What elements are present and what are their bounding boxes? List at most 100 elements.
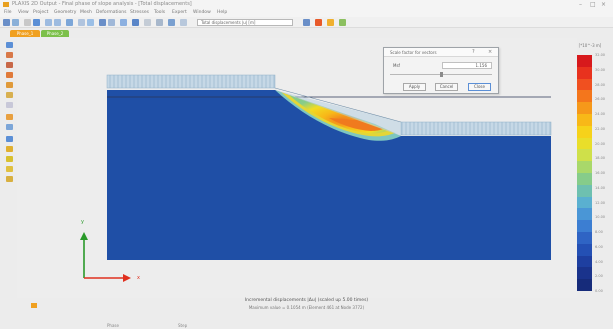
legend-label: 16.00	[595, 171, 606, 175]
tab-phase-2[interactable]: Phase_2	[41, 30, 69, 37]
legend-swatch	[577, 267, 592, 280]
legend-label: 32.00	[595, 53, 606, 57]
settings-icon[interactable]	[168, 19, 175, 26]
point-tool-icon[interactable]	[6, 62, 13, 68]
legend-swatch	[577, 161, 592, 173]
title-bar: PLAXIS 2D Output - Final phase of slope …	[0, 0, 613, 9]
ruler-icon[interactable]	[99, 19, 106, 26]
legend-label: 22.00	[595, 126, 606, 131]
dialog-close-icon[interactable]: ×	[488, 49, 492, 55]
polygon-tool-icon[interactable]	[6, 82, 13, 88]
info-icon[interactable]	[180, 19, 187, 26]
line-tool-icon[interactable]	[6, 72, 13, 78]
maximize-button[interactable]: □	[590, 1, 596, 8]
result-type-select[interactable]: Total displacements |u| [m]	[197, 19, 293, 26]
dialog-help-icon[interactable]: ?	[472, 49, 475, 55]
curve-icon[interactable]	[132, 19, 139, 26]
left-tool-strip	[3, 40, 16, 220]
drag-tool-icon[interactable]	[6, 52, 13, 58]
legend-swatch	[577, 113, 592, 126]
legend-swatch	[577, 137, 592, 150]
scale-factor-dialog[interactable]: Scale factor for vectors ? × Msf 1.156 A…	[383, 47, 499, 94]
legend-unit: [*10^-3 m]	[578, 43, 602, 48]
msf-value-field[interactable]: 1.156	[442, 62, 492, 69]
cross-section-icon[interactable]	[120, 19, 127, 26]
legend-swatch	[577, 208, 592, 221]
application-window: PLAXIS 2D Output - Final phase of slope …	[0, 0, 613, 329]
legend-label: 12.00	[595, 200, 606, 205]
mesh-tool-icon[interactable]	[6, 124, 13, 130]
cancel-button[interactable]: Cancel	[435, 83, 458, 91]
scale-slider-handle[interactable]	[440, 72, 443, 77]
menu-project[interactable]: Project	[33, 10, 48, 16]
status-area: Incremental displacements |Δu| (scaled u…	[0, 298, 613, 329]
legend-swatch	[577, 78, 592, 91]
undo-icon[interactable]	[144, 19, 151, 26]
menu-view[interactable]: View	[18, 10, 29, 16]
menu-file[interactable]: File	[4, 10, 12, 16]
legend-swatch	[577, 90, 592, 103]
legend-swatch	[577, 196, 592, 209]
menu-help[interactable]: Help	[217, 10, 227, 16]
legend-swatch	[577, 220, 592, 232]
select-tool-icon[interactable]	[6, 42, 13, 48]
y-axis-arrow-head	[80, 232, 88, 240]
rotate-icon[interactable]	[87, 19, 94, 26]
menu-mesh[interactable]: Mesh	[80, 10, 92, 16]
anchor-tool-icon[interactable]	[6, 102, 13, 108]
previous-step-icon[interactable]	[303, 19, 310, 26]
menu-stresses[interactable]: Stresses	[130, 10, 149, 16]
legend-swatch	[577, 102, 592, 114]
legend-swatch	[577, 125, 592, 138]
stop-icon[interactable]	[315, 19, 322, 26]
select-icon[interactable]	[78, 19, 85, 26]
msf-label: Msf	[393, 63, 400, 68]
apply-button[interactable]: Apply	[403, 83, 426, 91]
legend-label: 4.00	[595, 259, 603, 264]
menu-expert[interactable]: Expert	[172, 10, 187, 16]
close-button[interactable]: ×	[601, 1, 606, 8]
stress-point-icon[interactable]	[6, 146, 13, 152]
measure-tool-icon[interactable]	[6, 176, 13, 182]
curve-point-icon[interactable]	[6, 156, 13, 162]
run-icon[interactable]	[339, 19, 346, 26]
toolbar: Total displacements |u| [m]	[0, 17, 613, 28]
tab-phase-1[interactable]: Phase_1	[10, 30, 40, 37]
copy-icon[interactable]	[33, 19, 40, 26]
load-tool-icon[interactable]	[6, 92, 13, 98]
menu-window[interactable]: Window	[193, 10, 211, 16]
legend-swatch	[577, 66, 592, 79]
node-tool-icon[interactable]	[6, 136, 13, 142]
status-phase: Phase	[107, 323, 119, 328]
save-icon[interactable]	[12, 19, 19, 26]
result-caption: Incremental displacements |Δu| (scaled u…	[244, 298, 369, 303]
dialog-title: Scale factor for vectors	[390, 50, 437, 55]
legend-swatch	[577, 279, 592, 291]
legend-label: 10.00	[595, 215, 606, 220]
dialog-title-bar[interactable]: Scale factor for vectors ? ×	[384, 48, 498, 57]
legend-label: 0.00	[595, 289, 603, 293]
legend-swatch	[577, 184, 592, 197]
zoom-out-icon[interactable]	[54, 19, 61, 26]
zoom-in-icon[interactable]	[45, 19, 52, 26]
legend-swatch	[577, 255, 592, 268]
print-icon[interactable]	[24, 19, 31, 26]
legend-label: 8.00	[595, 230, 603, 234]
legend-label: 26.00	[595, 97, 606, 102]
table-icon[interactable]	[108, 19, 115, 26]
pan-icon[interactable]	[66, 19, 73, 26]
legend-label: 24.00	[595, 112, 606, 116]
redo-icon[interactable]	[156, 19, 163, 26]
y-axis-label: y	[81, 219, 84, 225]
menu-geometry[interactable]: Geometry	[54, 10, 76, 16]
x-axis-arrow-head	[123, 274, 131, 282]
next-step-icon[interactable]	[327, 19, 334, 26]
annotation-tool-icon[interactable]	[6, 166, 13, 172]
open-project-icon[interactable]	[3, 19, 10, 26]
status-step: Step	[178, 323, 188, 328]
menu-tools[interactable]: Tools	[154, 10, 165, 16]
close-dialog-button[interactable]: Close	[468, 83, 491, 91]
warning-tool-icon[interactable]	[6, 114, 13, 120]
menu-deformations[interactable]: Deformations	[96, 10, 126, 16]
minimize-button[interactable]: –	[579, 1, 582, 8]
